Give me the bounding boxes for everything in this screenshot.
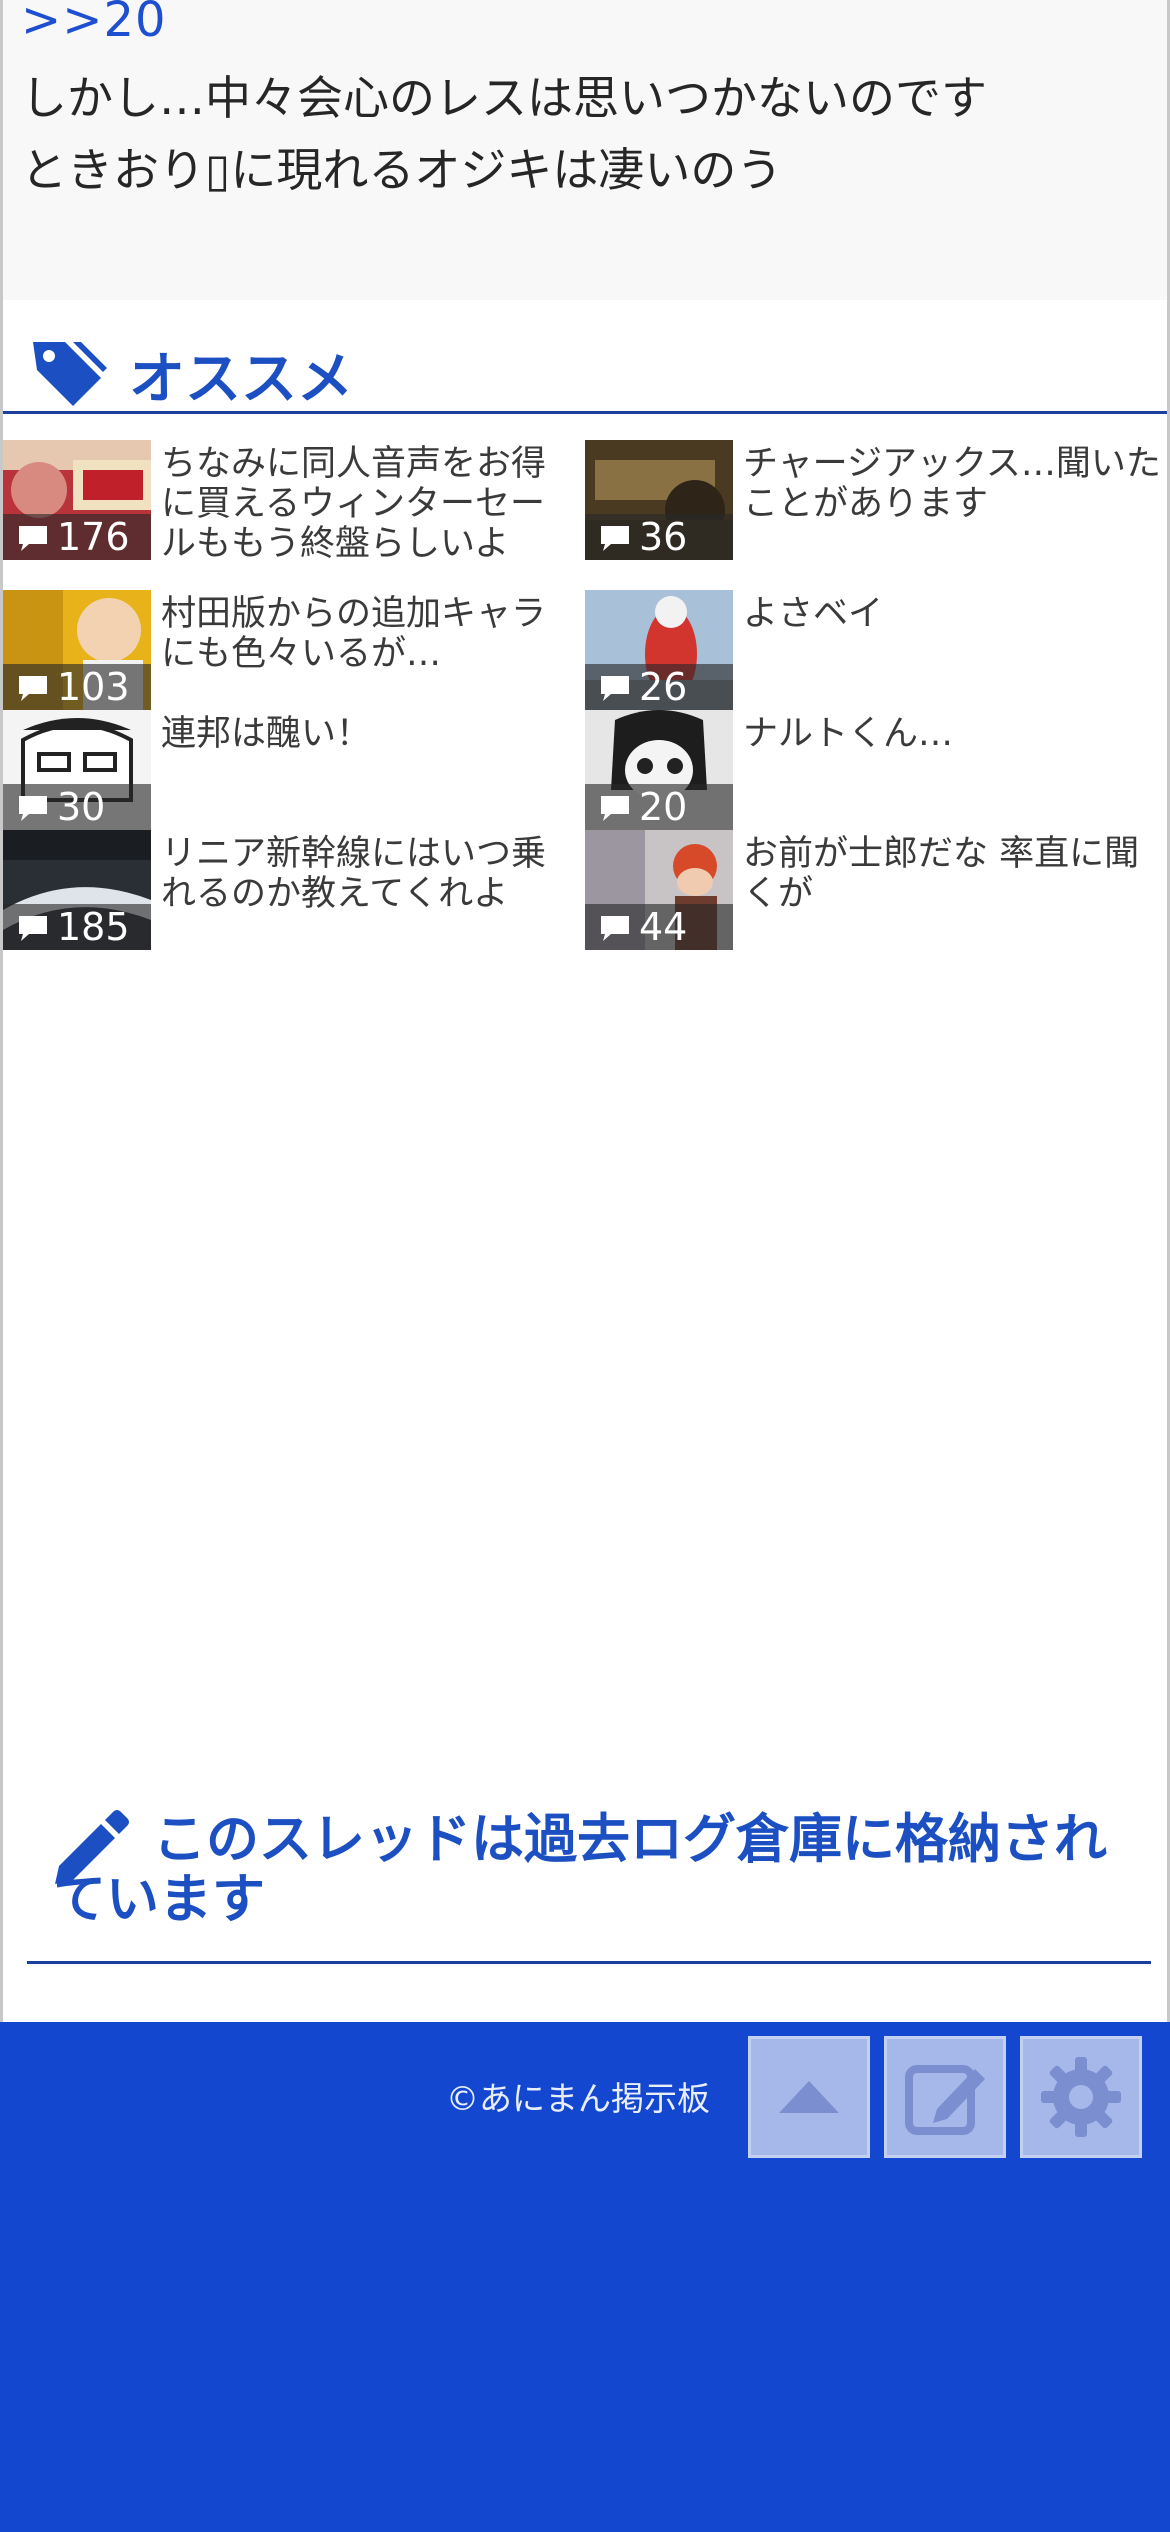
- comment-count: 20: [639, 785, 688, 829]
- comment-count: 30: [57, 785, 106, 829]
- comment-count-badge: 20: [585, 784, 733, 830]
- comment-count-badge: 30: [3, 784, 151, 830]
- recommend-item[interactable]: 44 お前が士郎だな 率直に聞くが: [585, 830, 1165, 950]
- recommend-item-title[interactable]: チャージアックス…聞いたことがあります: [743, 444, 1161, 524]
- comment-count: 36: [639, 515, 688, 559]
- comment-count: 26: [639, 665, 688, 709]
- comment-count-badge: 26: [585, 664, 733, 710]
- recommend-item-title[interactable]: リニア新幹線にはいつ乗れるのか教えてくれよ: [161, 834, 579, 914]
- write-post-button[interactable]: [884, 2036, 1006, 2158]
- recommend-item[interactable]: 36 チャージアックス…聞いたことがあります: [585, 440, 1165, 560]
- comment-icon: [19, 676, 47, 701]
- edit-icon: [905, 2065, 985, 2135]
- post: >>20 しかし…中々会心のレスは思いつかないのです ときおり▯に現れるオジキは…: [3, 0, 1167, 300]
- thumbnail: 44: [585, 830, 733, 950]
- recommend-header: オススメ: [3, 328, 1167, 414]
- comment-count-badge: 103: [3, 664, 151, 710]
- scroll-top-button[interactable]: [748, 2036, 870, 2158]
- comment-count-badge: 176: [3, 514, 151, 560]
- post-text-line: しかし…中々会心のレスは思いつかないのです: [21, 71, 987, 125]
- recommend-item[interactable]: 26 よさベイ: [585, 590, 1165, 710]
- footer: ©あにまん掲示板: [0, 2022, 1170, 2532]
- recommend-item[interactable]: 103 村田版からの追加キャラにも色々いるが…: [3, 590, 583, 710]
- comment-icon: [601, 916, 629, 941]
- comment-icon: [601, 796, 629, 821]
- recommend-title: オススメ: [129, 347, 353, 412]
- gear-icon: [1041, 2057, 1121, 2137]
- recommend-item-title[interactable]: ちなみに同人音声をお得に買えるウィンターセールももう終盤らしいよ: [161, 444, 579, 564]
- comment-icon: [601, 676, 629, 701]
- recommend-item[interactable]: 176 ちなみに同人音声をお得に買えるウィンターセールももう終盤らしいよ: [3, 440, 583, 564]
- comment-icon: [19, 526, 47, 551]
- recommend-item[interactable]: 30 連邦は醜い！: [3, 710, 583, 830]
- post-text-line: ときおり▯に現れるオジキは凄いのう: [21, 143, 783, 197]
- comment-count: 44: [639, 905, 688, 949]
- settings-button[interactable]: [1020, 2036, 1142, 2158]
- comment-icon: [601, 526, 629, 551]
- comment-count: 103: [57, 665, 130, 709]
- thumbnail: 185: [3, 830, 151, 950]
- recommend-item-title[interactable]: お前が士郎だな 率直に聞くが: [743, 834, 1161, 914]
- comment-count-badge: 44: [585, 904, 733, 950]
- comment-count: 176: [57, 515, 130, 559]
- comment-count-badge: 36: [585, 514, 733, 560]
- archive-message: このスレッドは過去ログ倉庫に格納されています: [53, 1809, 1107, 1930]
- archive-notice: このスレッドは過去ログ倉庫に格納されています: [27, 1792, 1151, 1964]
- recommend-item[interactable]: 20 ナルトくん…: [585, 710, 1165, 830]
- recommend-item-title[interactable]: ナルトくん…: [743, 714, 1161, 754]
- recommend-item[interactable]: 185 リニア新幹線にはいつ乗れるのか教えてくれよ: [3, 830, 583, 950]
- arrow-up-icon: [779, 2081, 839, 2113]
- recommend-item-title[interactable]: 連邦は醜い！: [161, 714, 579, 754]
- reply-anchor-link[interactable]: >>20: [21, 0, 167, 48]
- recommend-item-title[interactable]: よさベイ: [743, 594, 1161, 634]
- thumbnail: 103: [3, 590, 151, 710]
- comment-count: 185: [57, 905, 130, 949]
- comment-count-badge: 185: [3, 904, 151, 950]
- thumbnail: 20: [585, 710, 733, 830]
- thumbnail: 36: [585, 440, 733, 560]
- thread-content: >>20 しかし…中々会心のレスは思いつかないのです ときおり▯に現れるオジキは…: [0, 0, 1170, 2022]
- thumbnail: 26: [585, 590, 733, 710]
- comment-icon: [19, 796, 47, 821]
- thumbnail: 30: [3, 710, 151, 830]
- page: >>20 しかし…中々会心のレスは思いつかないのです ときおり▯に現れるオジキは…: [0, 0, 1170, 2532]
- thumbnail: 176: [3, 440, 151, 560]
- copyright: ©あにまん掲示板: [446, 2079, 710, 2118]
- comment-icon: [19, 916, 47, 941]
- tag-icon: [33, 342, 107, 406]
- recommend-item-title[interactable]: 村田版からの追加キャラにも色々いるが…: [161, 594, 579, 674]
